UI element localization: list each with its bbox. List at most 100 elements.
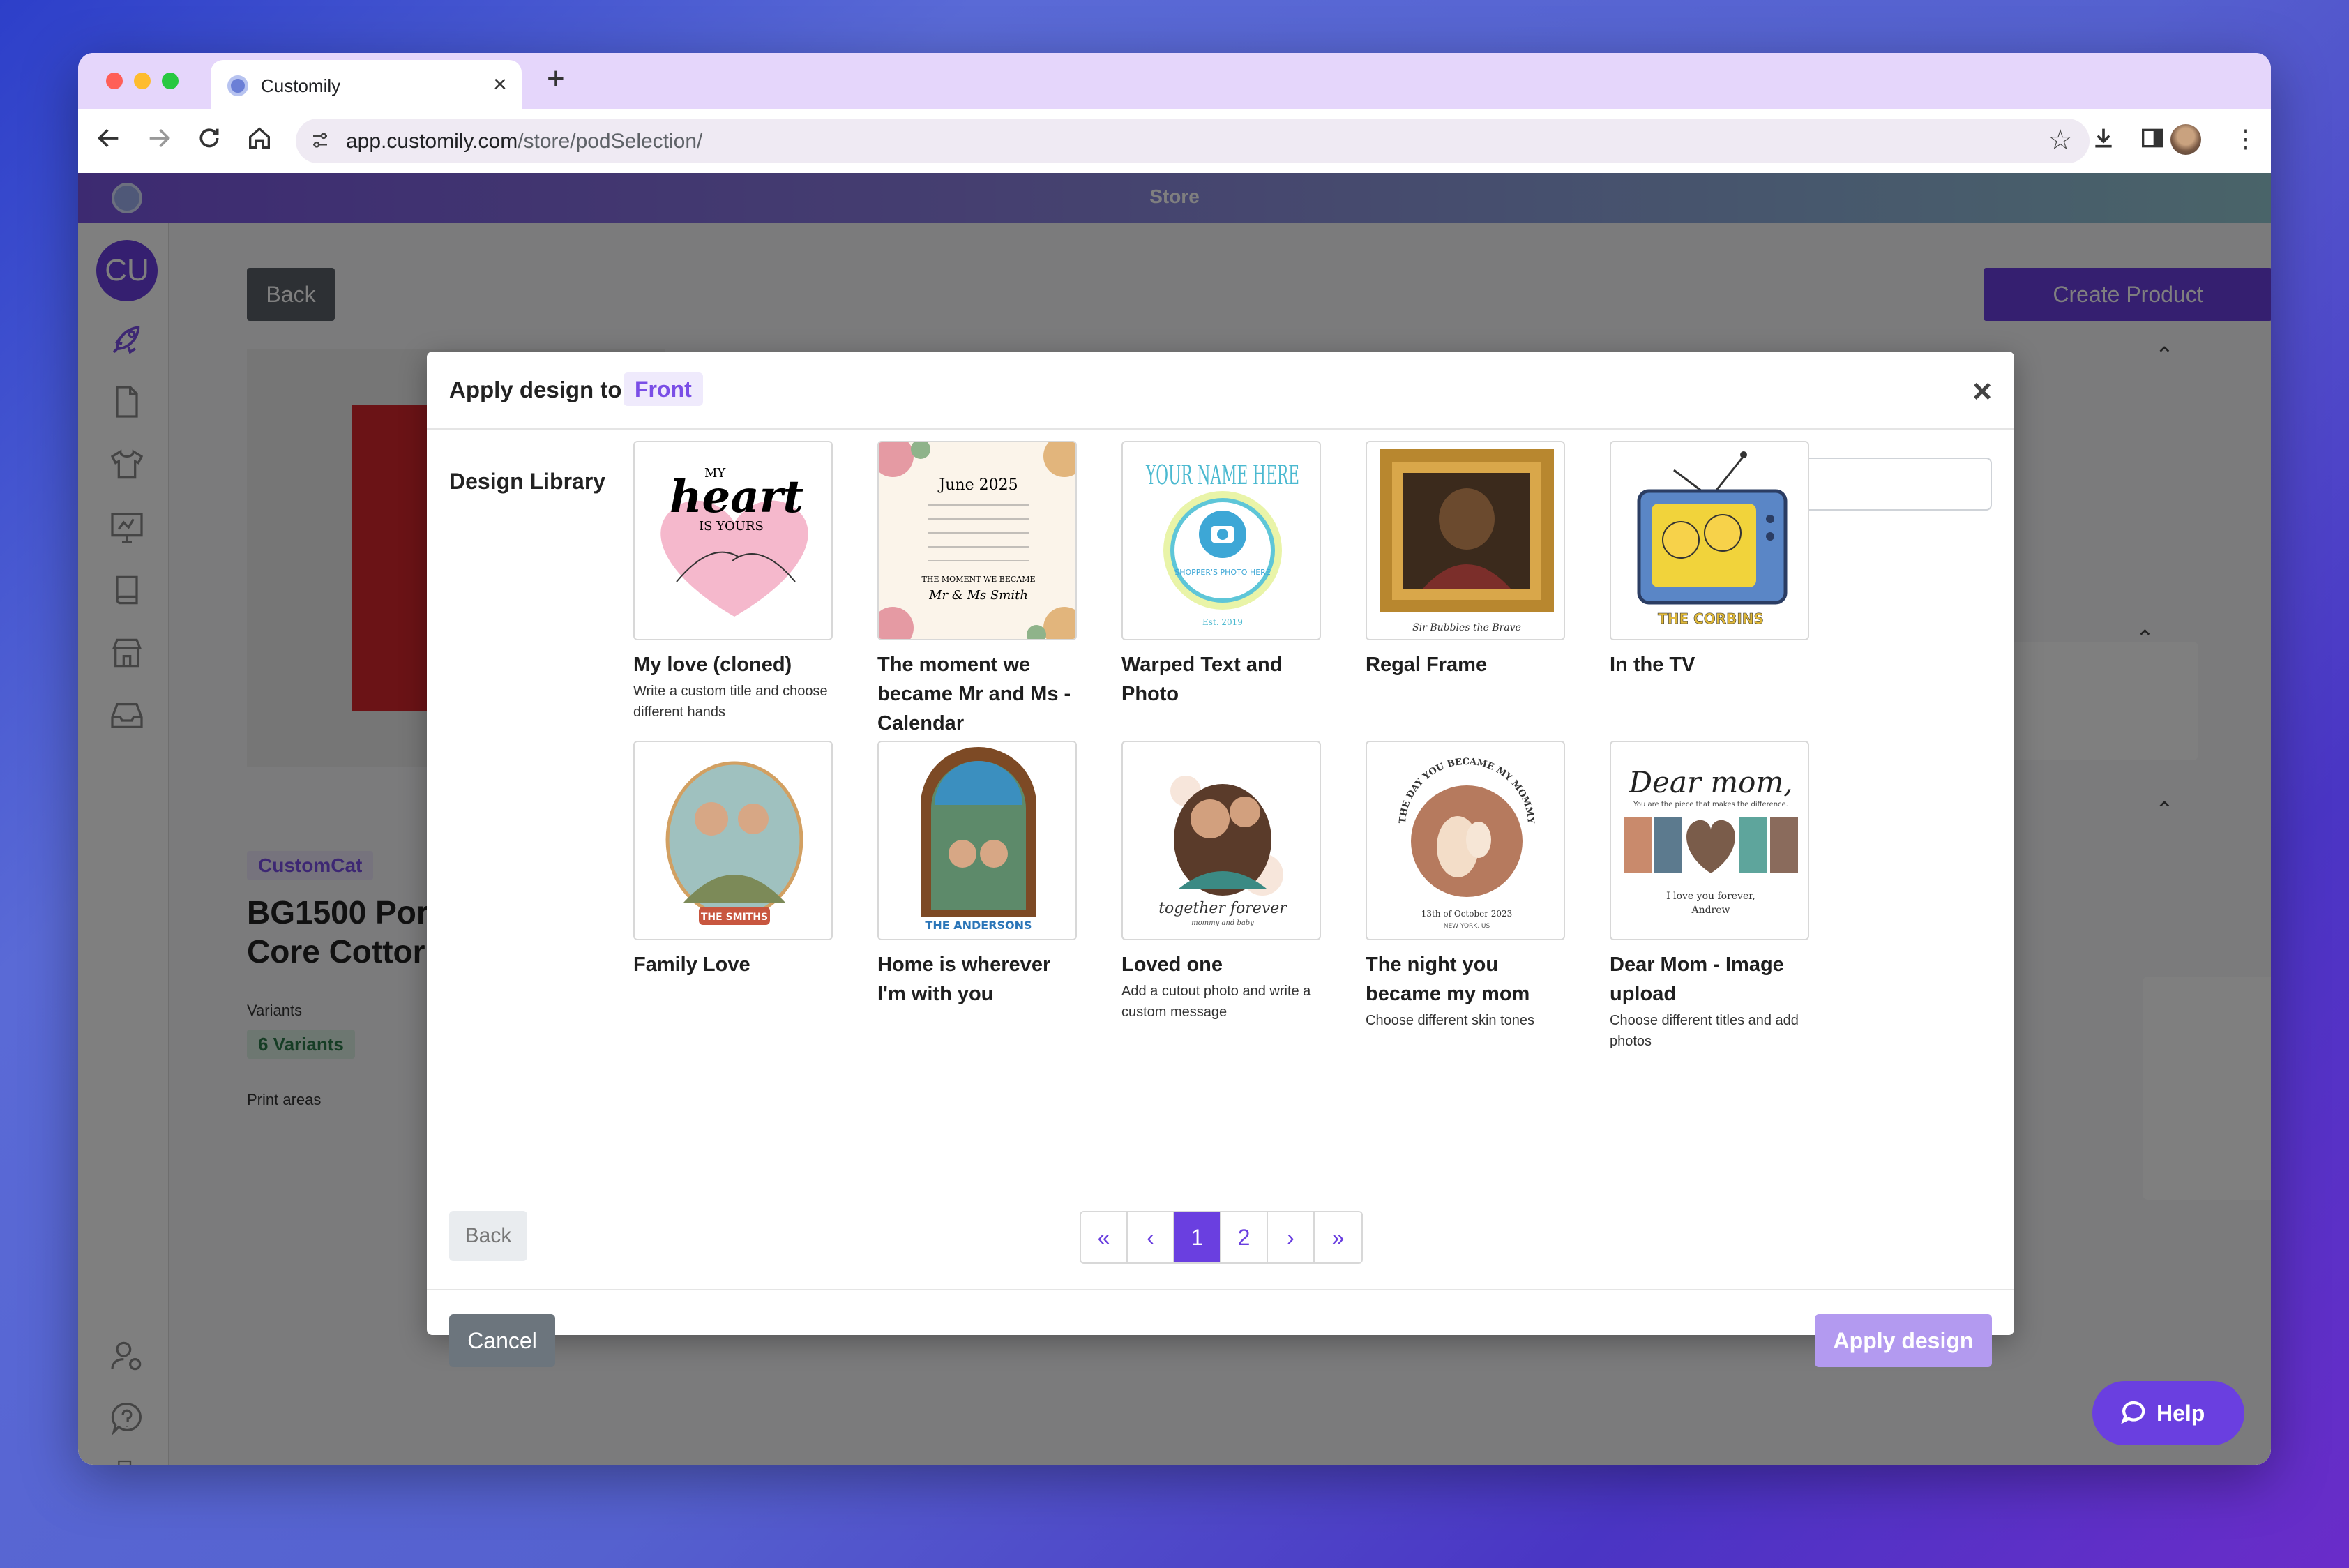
apply-design-button[interactable]: Apply design	[1815, 1314, 1992, 1367]
close-icon[interactable]: ×	[1972, 372, 1992, 411]
design-thumbnail-loved-one[interactable]: together forever mommy and baby	[1121, 741, 1321, 940]
reload-icon[interactable]	[192, 124, 226, 159]
svg-text:THE CORBINS: THE CORBINS	[1658, 610, 1764, 627]
design-description: Choose different skin tones	[1366, 1013, 1535, 1028]
download-icon[interactable]	[2090, 124, 2117, 158]
svg-text:13th of October 2023: 13th of October 2023	[1421, 909, 1513, 919]
profile-avatar[interactable]	[2170, 124, 2201, 155]
design-title[interactable]: Home is wherever I'm with you	[877, 950, 1080, 1009]
design-title[interactable]: My love (cloned)	[633, 650, 836, 679]
svg-text:Sir Bubbles the Brave: Sir Bubbles the Brave	[1412, 622, 1521, 633]
design-card[interactable]: MY heart IS YOURS My love (cloned) Write…	[633, 441, 836, 723]
page-last-button[interactable]: »	[1315, 1212, 1361, 1262]
design-card[interactable]: THE ANDERSONS Home is wherever I'm with …	[877, 741, 1080, 1010]
design-library-title: Design Library	[449, 469, 606, 494]
svg-text:NEW YORK, US: NEW YORK, US	[1444, 923, 1490, 930]
design-title[interactable]: Loved one	[1121, 950, 1324, 979]
page-next-button[interactable]: ›	[1268, 1212, 1315, 1262]
modal-back-button[interactable]: Back	[449, 1211, 527, 1261]
tab-title: Customily	[261, 75, 341, 96]
page-first-button[interactable]: «	[1081, 1212, 1128, 1262]
design-description: Add a cutout photo and write a custom me…	[1121, 983, 1311, 1020]
design-description: Write a custom title and choose differen…	[633, 684, 828, 720]
svg-text:YOUR NAME HERE: YOUR NAME HERE	[1145, 460, 1299, 490]
svg-text:I love you forever,: I love you forever,	[1666, 891, 1755, 902]
modal-footer-divider	[427, 1289, 2014, 1290]
design-description: Choose different titles and add photos	[1610, 1013, 1799, 1049]
design-title[interactable]: In the TV	[1610, 650, 1812, 679]
design-card[interactable]: THE CORBINS In the TV	[1610, 441, 1812, 681]
pagination: « ‹ 1 2 › »	[1080, 1211, 1363, 1264]
design-card[interactable]: June 2025 THE MOMENT WE BECAME Mr & Ms S…	[877, 441, 1080, 739]
site-settings-icon[interactable]	[310, 130, 331, 151]
svg-text:THE MOMENT WE BECAME: THE MOMENT WE BECAME	[921, 575, 1035, 584]
close-window-button[interactable]	[106, 73, 123, 89]
design-card[interactable]: THE SMITHS Family Love	[633, 741, 836, 981]
design-thumbnail-window[interactable]: THE ANDERSONS	[877, 741, 1077, 940]
svg-text:Andrew: Andrew	[1691, 905, 1730, 916]
svg-text:You are the piece that makes t: You are the piece that makes the differe…	[1633, 801, 1788, 808]
design-thumbnail-night[interactable]: THE DAY YOU BECAME MY MOMMY 13th of Octo…	[1366, 741, 1565, 940]
svg-text:THE ANDERSONS: THE ANDERSONS	[925, 919, 1032, 932]
design-title[interactable]: Family Love	[633, 950, 836, 979]
svg-text:Est. 2019: Est. 2019	[1202, 617, 1243, 627]
page-2-button[interactable]: 2	[1221, 1212, 1268, 1262]
address-bar[interactable]: app.customily.com/store/podSelection/ ☆	[296, 119, 2090, 163]
svg-text:Dear mom,: Dear mom,	[1628, 765, 1792, 799]
design-thumbnail-tv[interactable]: THE CORBINS	[1610, 441, 1809, 640]
svg-text:heart: heart	[670, 471, 803, 523]
tab-bar: Customily × +	[78, 53, 2271, 109]
svg-text:mommy and baby: mommy and baby	[1191, 919, 1254, 927]
svg-text:IS YOURS: IS YOURS	[699, 519, 764, 534]
chat-bubble-icon	[2121, 1401, 2145, 1424]
design-card[interactable]: Sir Bubbles the Brave Regal Frame	[1366, 441, 1568, 681]
design-card[interactable]: Dear mom, You are the piece that makes t…	[1610, 741, 1812, 1052]
maximize-window-button[interactable]	[162, 73, 179, 89]
svg-text:Mr & Ms Smith: Mr & Ms Smith	[928, 588, 1028, 603]
page-prev-button[interactable]: ‹	[1128, 1212, 1174, 1262]
svg-text:THE SMITHS: THE SMITHS	[701, 912, 768, 923]
design-card[interactable]: YOUR NAME HERE SHOPPER'S PHOTO HERE Est.…	[1121, 441, 1324, 710]
page-1-button[interactable]: 1	[1174, 1212, 1221, 1262]
cancel-button[interactable]: Cancel	[449, 1314, 555, 1367]
back-arrow-icon[interactable]	[92, 124, 126, 159]
help-button[interactable]: Help	[2092, 1381, 2244, 1445]
design-title[interactable]: Regal Frame	[1366, 650, 1568, 679]
design-thumbnail-calendar[interactable]: June 2025 THE MOMENT WE BECAME Mr & Ms S…	[877, 441, 1077, 640]
design-title[interactable]: The moment we became Mr and Ms - Calenda…	[877, 650, 1080, 738]
minimize-window-button[interactable]	[134, 73, 151, 89]
svg-text:SHOPPER'S PHOTO HERE: SHOPPER'S PHOTO HERE	[1174, 568, 1271, 577]
customily-favicon-icon	[227, 75, 248, 96]
design-thumbnail-heart[interactable]: MY heart IS YOURS	[633, 441, 833, 640]
design-card[interactable]: together forever mommy and baby Loved on…	[1121, 741, 1324, 1023]
design-title[interactable]: The night you became my mom	[1366, 950, 1568, 1009]
design-title[interactable]: Dear Mom - Image upload	[1610, 950, 1812, 1009]
apply-design-modal: Apply design to Front × Design Library M…	[427, 352, 2014, 1367]
design-title[interactable]: Warped Text and Photo	[1121, 650, 1324, 709]
svg-text:June 2025: June 2025	[937, 476, 1018, 494]
tab-close-icon[interactable]: ×	[493, 71, 507, 98]
home-icon[interactable]	[243, 124, 276, 159]
new-tab-button[interactable]: +	[547, 61, 565, 96]
modal-title: Apply design to	[449, 377, 622, 402]
browser-window: Customily × + app.customily.com/store/po…	[78, 53, 2271, 1465]
forward-arrow-icon[interactable]	[142, 124, 176, 159]
design-thumbnail-family[interactable]: THE SMITHS	[633, 741, 833, 940]
design-thumbnail-dear-mom[interactable]: Dear mom, You are the piece that makes t…	[1610, 741, 1809, 940]
bookmark-star-icon[interactable]: ☆	[2048, 124, 2073, 156]
browser-tab[interactable]: Customily ×	[211, 60, 522, 109]
design-card[interactable]: THE DAY YOU BECAME MY MOMMY 13th of Octo…	[1366, 741, 1568, 1031]
print-area-badge: Front	[624, 372, 703, 406]
collapse-chevron-icon-2[interactable]: ⌃	[2136, 625, 2154, 651]
side-panel-icon[interactable]	[2138, 124, 2166, 158]
help-label: Help	[2157, 1401, 2205, 1426]
modal-header: Apply design to Front ×	[427, 352, 2014, 430]
browser-toolbar: app.customily.com/store/podSelection/ ☆ …	[78, 109, 2271, 173]
design-thumbnail-regal-frame[interactable]: Sir Bubbles the Brave	[1366, 441, 1565, 640]
svg-text:together forever: together forever	[1158, 900, 1287, 917]
design-thumbnail-warped[interactable]: YOUR NAME HERE SHOPPER'S PHOTO HERE Est.…	[1121, 441, 1321, 640]
menu-kebab-icon[interactable]: ⋮	[2233, 124, 2258, 153]
collapse-chevron-icon-3[interactable]: ⌃	[2155, 797, 2174, 823]
collapse-chevron-icon[interactable]: ⌃	[2155, 342, 2174, 368]
url-text[interactable]: app.customily.com/store/podSelection/	[346, 130, 702, 153]
